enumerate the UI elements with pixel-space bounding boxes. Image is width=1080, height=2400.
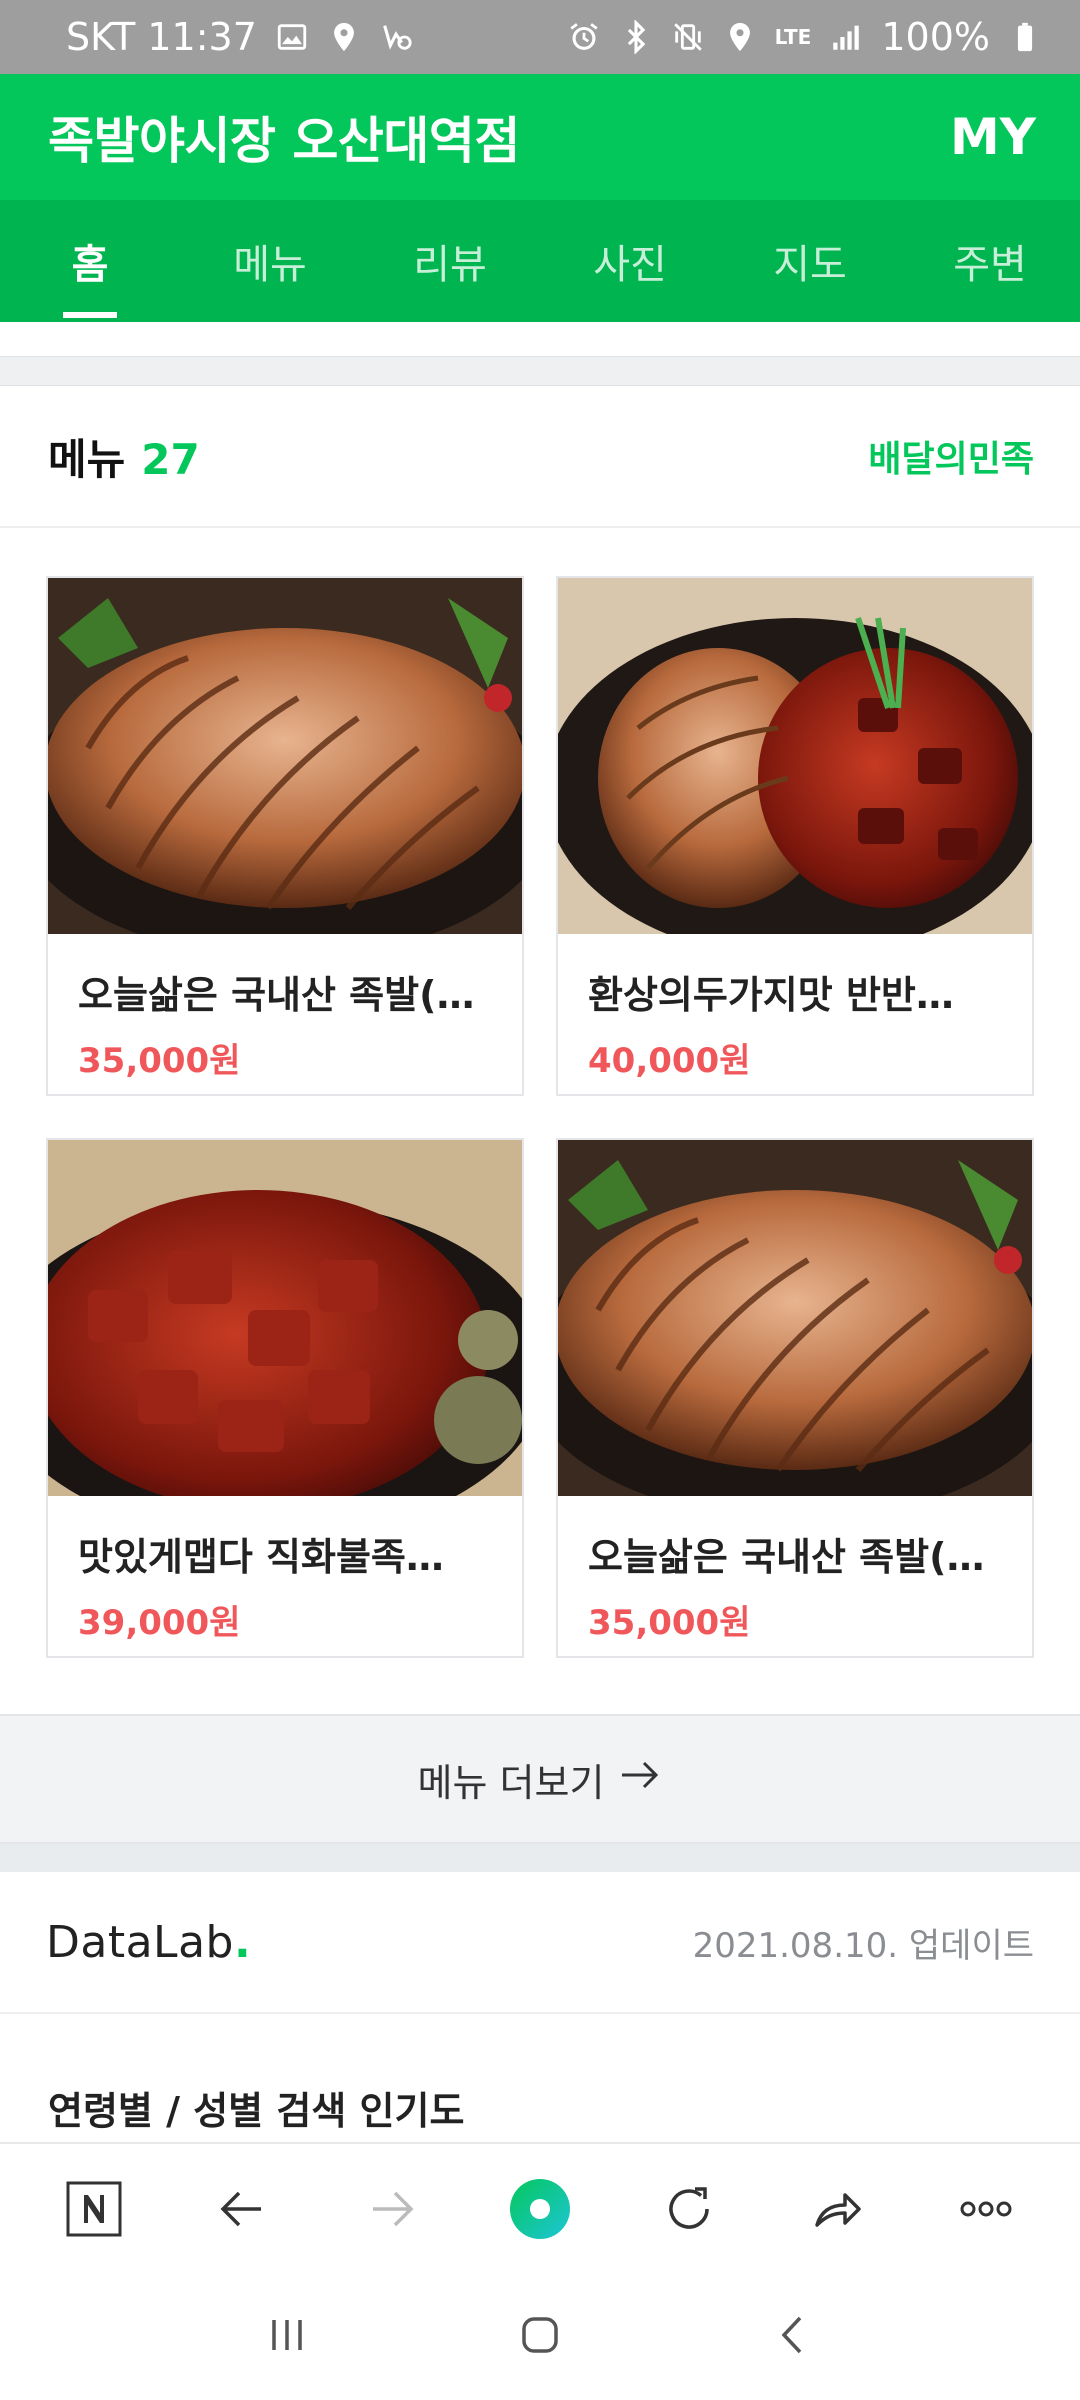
green-dot-icon[interactable] — [485, 2154, 595, 2264]
alarm-icon — [567, 20, 601, 54]
tab-bar: 홈 메뉴 리뷰 사진 지도 주변 — [0, 200, 1080, 322]
tab-nearby[interactable]: 주변 — [900, 200, 1080, 322]
datalab-header: DataLab. 2021.08.10. 업데이트 — [0, 1872, 1080, 2014]
datalab-logo-dot: . — [233, 1916, 252, 1968]
back-icon[interactable] — [768, 2310, 818, 2364]
battery-icon — [1008, 20, 1042, 54]
app-header: 족발야시장 오산대역점 MY — [0, 74, 1080, 200]
menu-item-price: 40,000원 — [588, 1041, 751, 1081]
datalab-logo-text: DataLab — [46, 1916, 234, 1968]
datalab-updated: 2021.08.10. 업데이트 — [692, 1925, 1034, 1966]
section-divider — [0, 1844, 1080, 1872]
tab-photo[interactable]: 사진 — [540, 200, 720, 322]
menu-item-price: 35,000원 — [588, 1603, 751, 1643]
menu-count: 27 — [141, 434, 200, 484]
menu-item-name: 오늘삶은 국내산 족발(… — [78, 973, 475, 1017]
system-nav-bar — [0, 2274, 1080, 2400]
home-icon[interactable] — [515, 2310, 565, 2364]
menu-item-price: 35,000원 — [78, 1041, 241, 1081]
sliced-jokbal-photo — [48, 578, 522, 934]
tab-review[interactable]: 리뷰 — [360, 200, 540, 322]
image-icon — [275, 20, 309, 54]
tab-menu[interactable]: 메뉴 — [180, 200, 360, 322]
menu-item-name: 환상의두가지맛 반반… — [588, 973, 954, 1017]
signal-icon — [829, 20, 863, 54]
half-half-jokbal-photo — [558, 578, 1032, 934]
status-bar-left: SKT 11:37 — [66, 15, 413, 59]
refresh-icon[interactable] — [634, 2154, 744, 2264]
network-label: LTE — [774, 25, 812, 49]
menu-item-price: 39,000원 — [78, 1603, 241, 1643]
more-menu-label: 메뉴 더보기 — [417, 1760, 605, 1805]
menu-item-name: 맛있게맵다 직화불족… — [78, 1535, 444, 1579]
mute-call-icon — [379, 20, 413, 54]
bluetooth-icon — [619, 20, 653, 54]
recent-apps-icon[interactable] — [262, 2310, 312, 2364]
delivery-app-link[interactable]: 배달의민족 — [868, 430, 1034, 482]
menu-section-header: 메뉴 27 배달의민족 — [0, 386, 1080, 528]
menu-card[interactable]: 맛있게맵다 직화불족… 39,000원 — [46, 1138, 524, 1658]
vibrate-icon — [671, 20, 705, 54]
menu-card[interactable]: 환상의두가지맛 반반… 40,000원 — [556, 576, 1034, 1096]
menu-card[interactable]: 오늘삶은 국내산 족발(… 35,000원 — [556, 1138, 1034, 1658]
status-bar-right: LTE 100% — [567, 15, 1042, 59]
tab-home[interactable]: 홈 — [0, 200, 180, 322]
location-icon — [327, 20, 361, 54]
battery-percent: 100% — [881, 15, 990, 59]
spicy-fire-jokbal-photo — [48, 1140, 522, 1496]
my-button[interactable]: MY — [950, 108, 1036, 166]
forward-arrow-icon[interactable] — [336, 2154, 446, 2264]
share-icon[interactable] — [782, 2154, 892, 2264]
arrow-right-icon — [618, 1757, 662, 1802]
back-arrow-icon[interactable] — [188, 2154, 298, 2264]
age-gender-title: 연령별 / 성별 검색 인기도 — [48, 2089, 465, 2133]
menu-section-title: 메뉴 27 — [48, 426, 200, 487]
more-icon[interactable] — [931, 2154, 1041, 2264]
menu-label: 메뉴 — [48, 434, 126, 484]
naver-home-icon[interactable] — [39, 2154, 149, 2264]
browser-toolbar — [0, 2142, 1080, 2274]
place-title: 족발야시장 오산대역점 — [48, 112, 520, 170]
menu-item-name: 오늘삶은 국내산 족발(… — [588, 1535, 985, 1579]
carrier-time: SKT 11:37 — [66, 15, 257, 59]
location-icon — [723, 20, 757, 54]
tab-map[interactable]: 지도 — [720, 200, 900, 322]
sliced-jokbal-photo — [558, 1140, 1032, 1496]
status-bar: SKT 11:37 LTE 100% — [0, 0, 1080, 74]
section-divider — [0, 356, 1080, 386]
menu-card[interactable]: 오늘삶은 국내산 족발(… 35,000원 — [46, 576, 524, 1096]
datalab-logo: DataLab. — [46, 1917, 251, 1968]
more-menu-button[interactable]: 메뉴 더보기 — [0, 1714, 1080, 1844]
